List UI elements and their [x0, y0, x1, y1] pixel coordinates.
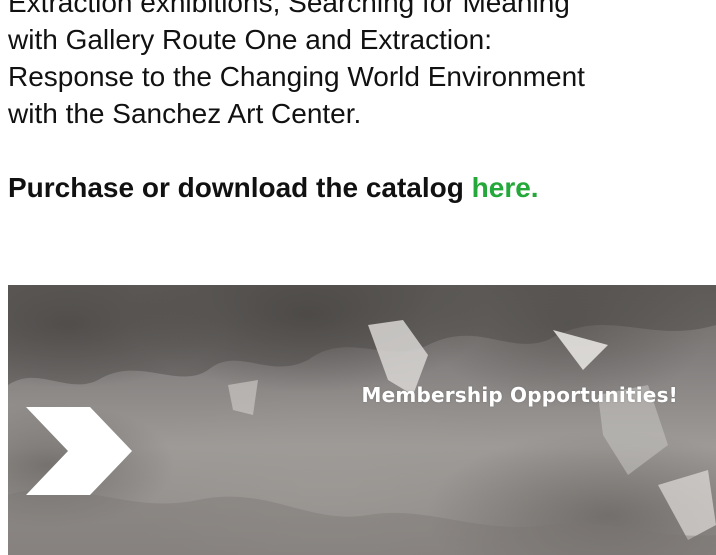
paragraph-line: with Gallery Route One and Extraction:	[8, 24, 493, 55]
paragraph-line: Response to the Changing World Environme…	[8, 61, 585, 92]
catalog-link[interactable]: here.	[472, 172, 539, 203]
membership-banner[interactable]: Membership Opportunities!	[8, 285, 716, 555]
exhibition-paragraph: Extraction exhibitions, Searching for Me…	[8, 0, 708, 132]
banner-title[interactable]: Membership Opportunities!	[362, 383, 678, 407]
catalog-line: Purchase or download the catalog here.	[8, 168, 539, 208]
page: Extraction exhibitions, Searching for Me…	[0, 0, 716, 555]
paragraph-line: with the Sanchez Art Center.	[8, 98, 362, 129]
catalog-text: Purchase or download the catalog	[8, 172, 472, 203]
chevron-right-icon[interactable]	[26, 407, 132, 495]
paragraph-line: Extraction exhibitions, Searching for Me…	[8, 0, 570, 18]
